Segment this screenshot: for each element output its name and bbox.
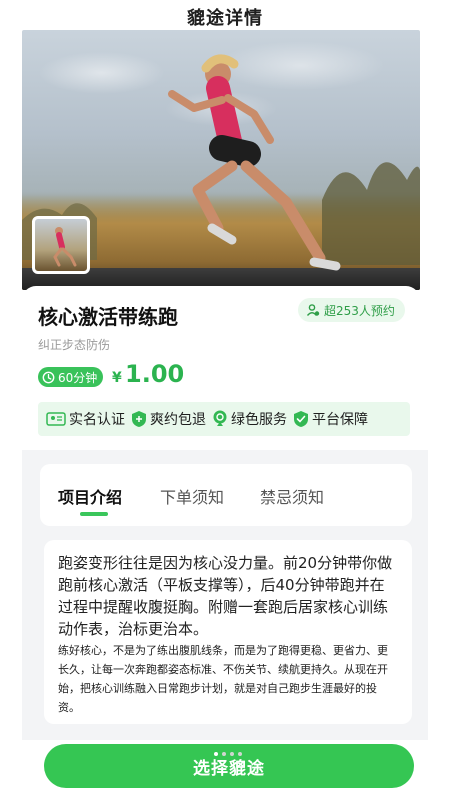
feature-label: 平台保障	[312, 412, 368, 428]
tab-order-notes[interactable]: 下单须知	[160, 484, 224, 508]
tab-project-intro[interactable]: 项目介绍	[58, 484, 122, 508]
product-subtitle: 纠正步态防伤	[38, 338, 111, 352]
refund-shield-icon	[132, 411, 146, 427]
runner-thumbnail-icon	[53, 227, 77, 267]
active-tab-indicator	[80, 512, 108, 516]
duration-label: 60分钟	[58, 370, 98, 385]
feature-item-refund: 爽约包退	[131, 409, 206, 429]
tab-contraindications[interactable]: 禁忌须知	[260, 484, 324, 508]
feature-label: 爽约包退	[150, 412, 206, 428]
product-title: 核心激活带练跑	[38, 305, 178, 329]
booking-count-label: 超253人预约	[324, 303, 395, 318]
price-value: 1.00	[125, 360, 185, 388]
feature-item-green: 绿色服务	[212, 409, 287, 429]
check-shield-icon	[294, 411, 308, 427]
feature-item-guarantee: 平台保障	[293, 409, 368, 429]
page-indicator	[214, 752, 242, 756]
feature-label: 绿色服务	[231, 412, 287, 428]
page-dot	[238, 752, 242, 756]
page-dot	[230, 752, 234, 756]
clock-icon	[42, 371, 55, 383]
page-dot	[214, 752, 218, 756]
price-currency: ¥	[112, 370, 122, 386]
leaf-badge-icon	[213, 410, 227, 426]
id-card-icon	[46, 412, 66, 426]
booking-count-badge: 超253人预约	[298, 298, 405, 322]
select-button[interactable]: 选择貔途	[44, 744, 414, 788]
description-main: 跑姿变形往往是因为核心没力量。前20分钟带你做跑前核心激活（平板支撑等），后40…	[58, 554, 393, 638]
feature-label: 实名认证	[69, 412, 125, 428]
page-dot	[222, 752, 226, 756]
feature-strip: 实名认证 爽约包退 绿色服务 平台保障	[38, 402, 410, 436]
description-card: 跑姿变形往往是因为核心没力量。前20分钟带你做跑前核心激活（平板支撑等），后40…	[44, 540, 412, 724]
description-sub: 练好核心，不是为了练出腹肌线条，而是为了跑得更稳、更省力、更长久，让每一次奔跑都…	[58, 644, 388, 714]
thumbnail-image[interactable]	[32, 216, 90, 274]
users-icon	[306, 304, 320, 316]
feature-item-verified: 实名认证	[46, 409, 125, 429]
page-title: 貔途详情	[187, 8, 263, 29]
duration-badge: 60分钟	[38, 367, 104, 387]
